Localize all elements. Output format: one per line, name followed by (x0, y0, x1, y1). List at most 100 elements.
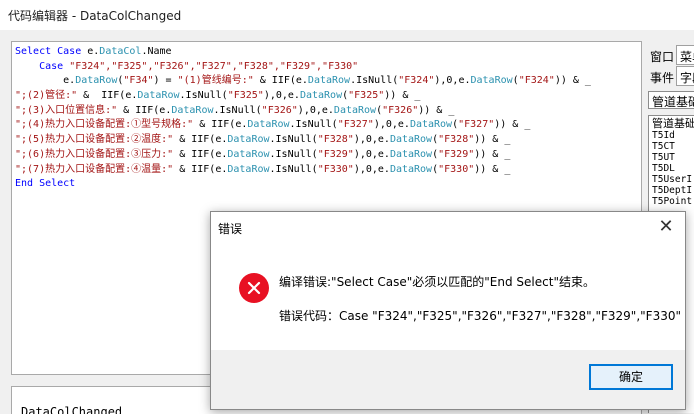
close-icon[interactable]: ✕ (651, 214, 681, 240)
code-token: End Select (15, 178, 76, 190)
list-item[interactable]: T5UT (652, 152, 675, 163)
code-line[interactable]: End Select (15, 177, 591, 192)
code-token: DataRow (470, 75, 513, 87)
code-token: )) & _ (474, 163, 511, 175)
code-token: "(1)管线编号:" (177, 75, 254, 87)
dialog-title: 错误 (218, 222, 243, 236)
window-title: 代码编辑器 - DataColChanged (8, 9, 182, 23)
list-item[interactable]: T5CT (652, 141, 675, 152)
code-token: "F325" (227, 90, 264, 102)
tab-field[interactable]: 字段 (676, 66, 694, 86)
list-item[interactable]: T5Id (652, 130, 675, 141)
code-token: "F325" (348, 90, 385, 102)
code-line[interactable]: ";(5)热力入口设备配置:②温度:" & IIF(e.DataRow.IsNu… (15, 133, 591, 148)
code-token: )) & _ (494, 119, 531, 131)
code-line[interactable]: ";(3)入口位置信息:" & IIF(e.DataRow.IsNull("F3… (15, 104, 591, 119)
tab-window[interactable]: 窗口 (650, 48, 674, 65)
dialog-titlebar: 错误 ✕ (211, 212, 685, 242)
code-line[interactable]: Select Case e.DataCol.Name (15, 45, 591, 60)
code-token: ";(4)热力入口设备配置:①型号规格:" (15, 119, 194, 131)
tab-menu[interactable]: 菜单 (676, 45, 694, 65)
error-icon (239, 273, 269, 303)
code-token: & IIF(e. (193, 119, 248, 131)
code-token: DataRow (333, 104, 377, 116)
code-token: )) & _ (554, 75, 591, 87)
code-token: "F34" (123, 75, 154, 87)
code-token: DataRow (299, 90, 343, 102)
list-item[interactable]: T5DeptI (652, 185, 692, 196)
code-token: ),0,e. (353, 134, 390, 146)
code-token: )) & _ (474, 134, 511, 146)
list-item[interactable]: T5DL (652, 163, 675, 174)
code-token: ),0,e. (353, 163, 390, 175)
code-token: "F328" (438, 134, 475, 146)
code-token: DataRow (137, 90, 180, 102)
code-token: DataCol (99, 46, 142, 57)
code-token: "F324","F325","F326","F327","F328","F329… (69, 60, 359, 72)
code-token: )) & _ (474, 148, 511, 160)
code-token: ";(7)热力入口设备配置:④温量:" (15, 163, 174, 175)
code-token: "F327" (458, 119, 495, 131)
code-token: ";(6)热力入口设备配置:③压力:" (15, 148, 174, 160)
code-token: ),0,e. (297, 104, 334, 116)
list-item[interactable]: T5Point (652, 196, 692, 207)
code-text[interactable]: Select Case e.DataCol.Name Case "F324","… (15, 45, 591, 192)
dialog-content: 编译错误:"Select Case"必须以匹配的"End Select"结束。 … (211, 242, 685, 350)
error-code: 错误代码：Case "F324","F325","F326","F327","F… (279, 309, 681, 323)
code-token: "F324" (518, 75, 555, 87)
code-token: .IsNull( (289, 119, 338, 131)
code-token: & IIF(e. (173, 163, 228, 175)
code-token: )) & _ (418, 104, 455, 116)
code-token: .IsNull( (350, 75, 399, 87)
code-token: DataRow (389, 134, 433, 146)
code-token: DataRow (409, 119, 453, 131)
table-selector[interactable]: 管道基础 (648, 91, 694, 109)
code-token: .IsNull( (269, 163, 318, 175)
code-token: ),0,e. (263, 90, 300, 102)
code-token: .Name (141, 46, 172, 57)
code-token: DataRow (227, 163, 270, 175)
code-token: "F330" (438, 163, 475, 175)
code-token: DataRow (75, 75, 118, 87)
code-token: ";(2)管径:" (15, 90, 78, 102)
code-token: DataRow (227, 148, 270, 160)
code-token: ) = (153, 75, 178, 87)
code-token: "F329" (317, 148, 354, 160)
code-line[interactable]: ";(7)热力入口设备配置:④温量:" & IIF(e.DataRow.IsNu… (15, 163, 591, 178)
code-token: & IIF(e. (173, 148, 228, 160)
code-token: DataRow (389, 163, 433, 175)
code-token: "F326" (382, 104, 419, 116)
error-dialog: 错误 ✕ 编译错误:"Select Case"必须以匹配的"End Select… (210, 211, 686, 410)
code-token: "F330" (317, 163, 354, 175)
code-line[interactable]: ";(6)热力入口设备配置:③压力:" & IIF(e.DataRow.IsNu… (15, 148, 591, 163)
code-token: DataRow (227, 134, 270, 146)
code-token: & IIF(e. (77, 90, 138, 102)
code-line[interactable]: ";(4)热力入口设备配置:①型号规格:" & IIF(e. DataRow .Is… (15, 118, 591, 133)
code-token: .IsNull( (269, 148, 318, 160)
code-token: ),0,e. (373, 119, 410, 131)
code-token: ";(3)入口位置信息:" (15, 104, 118, 116)
code-line[interactable]: ";(2)管径:" & IIF(e.DataRow.IsNull("F325")… (15, 89, 591, 104)
code-token: "F328" (317, 134, 354, 146)
tab-event[interactable]: 事件 (650, 69, 674, 86)
code-token: "F327" (337, 119, 374, 131)
code-line[interactable]: e.DataRow("F34") = "(1)管线编号:" & IIF(e.Da… (15, 74, 591, 89)
code-token: DataRow (389, 148, 433, 160)
code-token: e. (87, 46, 100, 57)
code-token: e. (15, 75, 76, 87)
code-token: ";(5)热力入口设备配置:②温度:" (15, 134, 174, 146)
code-token: Select Case (15, 46, 88, 57)
code-token: "F326" (261, 104, 298, 116)
ok-button[interactable]: 确定 (589, 364, 673, 390)
code-token: ),0,e. (353, 148, 390, 160)
code-token: .IsNull( (269, 134, 318, 146)
code-token: DataRow (307, 75, 351, 87)
list-item[interactable]: 管道基础 (652, 118, 694, 129)
list-item[interactable]: T5UserI (652, 174, 692, 185)
code-token: )) & _ (384, 90, 421, 102)
code-line[interactable]: Case "F324","F325","F326","F327","F328",… (15, 60, 591, 75)
code-token: "F324" (398, 75, 435, 87)
code-token: & IIF(e. (117, 104, 172, 116)
code-token: ),0,e. (434, 75, 471, 87)
code-token: & IIF(e. (173, 134, 228, 146)
